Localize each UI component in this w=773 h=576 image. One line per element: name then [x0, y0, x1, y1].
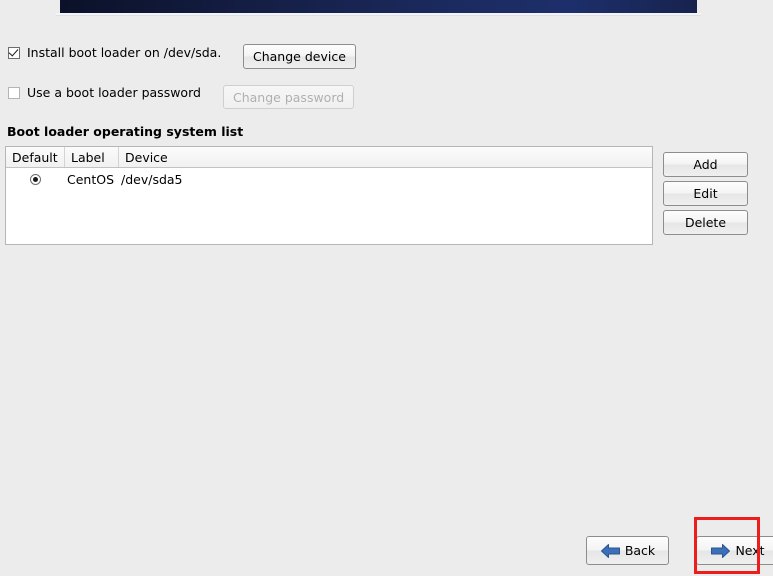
os-device-cell: /dev/sda5	[121, 171, 183, 187]
bootloader-password-checkbox[interactable]	[8, 86, 20, 99]
os-label-cell: CentOS	[67, 171, 115, 187]
back-button[interactable]: Back	[586, 536, 669, 565]
page-title: Boot loader operating system list	[7, 124, 244, 139]
change-device-button[interactable]: Change device	[243, 44, 356, 69]
next-button-label: Next	[735, 543, 765, 558]
arrow-right-icon	[710, 543, 731, 559]
list-action-group: Add Edit Delete	[663, 152, 748, 235]
next-button[interactable]: Next	[696, 536, 773, 565]
install-bootloader-checkbox[interactable]	[8, 46, 20, 59]
add-button[interactable]: Add	[663, 152, 748, 177]
installer-banner	[60, 0, 697, 13]
arrow-left-icon	[600, 543, 621, 559]
edit-button[interactable]: Edit	[663, 181, 748, 206]
column-header-device[interactable]: Device	[118, 147, 652, 167]
column-header-label[interactable]: Label	[64, 147, 118, 167]
default-os-radio[interactable]	[29, 173, 41, 185]
install-bootloader-row[interactable]: Install boot loader on /dev/sda.	[8, 45, 221, 60]
default-cell	[6, 168, 64, 190]
os-list-table[interactable]: Default Label Device CentOS /dev/sda5	[5, 146, 653, 245]
back-button-label: Back	[624, 543, 656, 558]
banner-underline	[56, 13, 701, 16]
change-password-button: Change password	[223, 85, 355, 109]
bootloader-password-label: Use a boot loader password	[27, 85, 201, 100]
table-header-row: Default Label Device	[6, 147, 652, 168]
delete-button[interactable]: Delete	[663, 210, 748, 235]
table-row[interactable]: CentOS /dev/sda5	[6, 168, 652, 190]
column-header-default[interactable]: Default	[6, 147, 64, 167]
bootloader-password-row[interactable]: Use a boot loader password	[8, 85, 201, 100]
install-bootloader-label: Install boot loader on /dev/sda.	[27, 45, 222, 60]
